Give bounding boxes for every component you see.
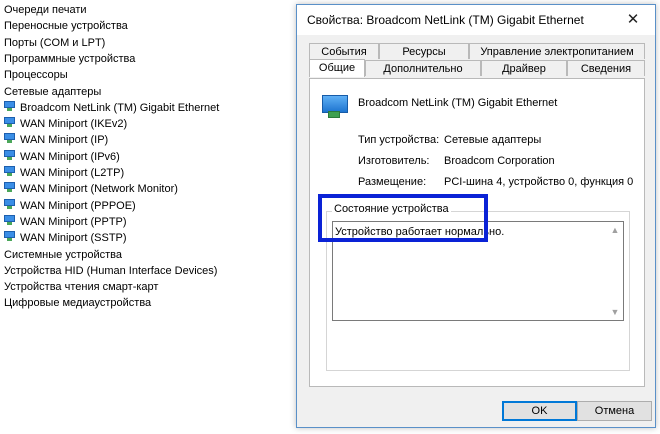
tree-item-label: Очереди печати <box>4 4 87 16</box>
tree-item-network-adapter[interactable]: WAN Miniport (L2TP) <box>4 165 124 181</box>
tree-item-category[interactable]: Переносные устройства <box>4 18 128 34</box>
tree-item-network-adapter[interactable]: WAN Miniport (IKEv2) <box>4 116 127 132</box>
network-adapter-icon <box>4 231 17 242</box>
tree-item-category[interactable]: Сетевые адаптеры <box>4 84 101 100</box>
tree-item-label: Процессоры <box>4 69 68 82</box>
tab-details[interactable]: Сведения <box>567 60 645 76</box>
location-label: Размещение: <box>358 176 427 188</box>
tree-item-category[interactable]: Системные устройства <box>4 247 122 263</box>
tab-advanced[interactable]: Дополнительно <box>365 60 481 76</box>
network-adapter-icon <box>4 166 17 177</box>
tree-item-category[interactable]: Процессоры <box>4 67 68 83</box>
tree-item-category[interactable]: Цифровые медиаустройства <box>4 295 151 311</box>
device-type-label: Тип устройства: <box>358 134 440 146</box>
network-adapter-icon <box>4 133 17 144</box>
scroll-down-icon[interactable]: ▼ <box>607 304 623 320</box>
tree-item-label: Цифровые медиаустройства <box>4 297 152 310</box>
dialog-title: Свойства: Broadcom NetLink (TM) Gigabit … <box>307 13 584 27</box>
tree-item-label: Порты (COM и LPT) <box>4 36 106 49</box>
tree-item-network-adapter[interactable]: Broadcom NetLink (TM) Gigabit Ethernet <box>4 100 219 116</box>
tree-item-label: Переносные устройства <box>4 20 128 33</box>
tree-item-network-adapter[interactable]: WAN Miniport (IP) <box>4 132 108 148</box>
tree-item-network-adapter[interactable]: WAN Miniport (SSTP) <box>4 230 127 246</box>
tree-item-label: WAN Miniport (Network Monitor) <box>20 183 178 196</box>
status-scrollbar[interactable]: ▲ ▼ <box>607 222 623 320</box>
tree-item-label: WAN Miniport (IKEv2) <box>20 118 128 131</box>
status-highlight-box <box>318 194 488 242</box>
device-type-value: Сетевые адаптеры <box>444 134 542 146</box>
tree-item-label: WAN Miniport (IPv6) <box>20 150 120 163</box>
close-icon[interactable]: ✕ <box>611 5 655 35</box>
network-adapter-icon <box>4 100 17 112</box>
tree-item-label: Системные устройства <box>4 248 123 261</box>
network-adapter-icon <box>4 198 17 210</box>
tree-item-category[interactable]: Устройства чтения смарт-карт <box>4 279 158 295</box>
manufacturer-label: Изготовитель: <box>358 155 430 167</box>
location-value: PCI-шина 4, устройство 0, функция 0 <box>444 176 634 188</box>
network-adapter-icon <box>320 93 350 121</box>
tab-general[interactable]: Общие <box>309 59 365 77</box>
tree-item-network-adapter[interactable]: WAN Miniport (Network Monitor) <box>4 181 178 197</box>
tree-item-label: WAN Miniport (PPPOE) <box>20 199 136 212</box>
tree-item-network-adapter[interactable]: WAN Miniport (IPv6) <box>4 149 120 165</box>
tree-item-label: WAN Miniport (L2TP) <box>20 167 125 179</box>
tab-strip: События Ресурсы Управление электропитани… <box>309 43 645 79</box>
tree-item-label: WAN Miniport (IP) <box>20 134 109 147</box>
tree-item-label: Broadcom NetLink (TM) Gigabit Ethernet <box>20 101 220 114</box>
network-adapter-icon <box>4 117 17 128</box>
manufacturer-value: Broadcom Corporation <box>444 155 555 167</box>
tree-item-category[interactable]: Очереди печати <box>4 2 87 18</box>
device-name: Broadcom NetLink (TM) Gigabit Ethernet <box>358 97 558 109</box>
tree-item-network-adapter[interactable]: WAN Miniport (PPTP) <box>4 214 127 230</box>
network-adapter-icon <box>4 149 17 161</box>
tab-resources[interactable]: Ресурсы <box>379 43 469 59</box>
tree-item-label: WAN Miniport (SSTP) <box>20 232 127 245</box>
tree-item-category[interactable]: Порты (COM и LPT) <box>4 35 105 51</box>
tab-driver[interactable]: Драйвер <box>481 60 567 76</box>
tree-item-network-adapter[interactable]: WAN Miniport (PPPOE) <box>4 198 136 214</box>
tree-item-label: Устройства чтения смарт-карт <box>4 281 159 294</box>
tree-item-label: Сетевые адаптеры <box>4 85 102 98</box>
tab-power-management[interactable]: Управление электропитанием <box>469 43 645 59</box>
scroll-up-icon[interactable]: ▲ <box>607 222 623 238</box>
tree-item-label: Программные устройства <box>4 52 136 65</box>
network-adapter-icon <box>4 182 17 193</box>
tab-events[interactable]: События <box>309 43 379 59</box>
cancel-button[interactable]: Отмена <box>577 401 652 421</box>
tree-item-label: Устройства HID (Human Interface Devices) <box>4 264 218 277</box>
tree-item-label: WAN Miniport (PPTP) <box>20 215 127 228</box>
ok-button[interactable]: OK <box>502 401 577 421</box>
tree-item-category[interactable]: Устройства HID (Human Interface Devices) <box>4 263 217 279</box>
network-adapter-icon <box>4 214 17 226</box>
dialog-titlebar[interactable]: Свойства: Broadcom NetLink (TM) Gigabit … <box>297 5 655 35</box>
tree-item-category[interactable]: Программные устройства <box>4 51 135 67</box>
